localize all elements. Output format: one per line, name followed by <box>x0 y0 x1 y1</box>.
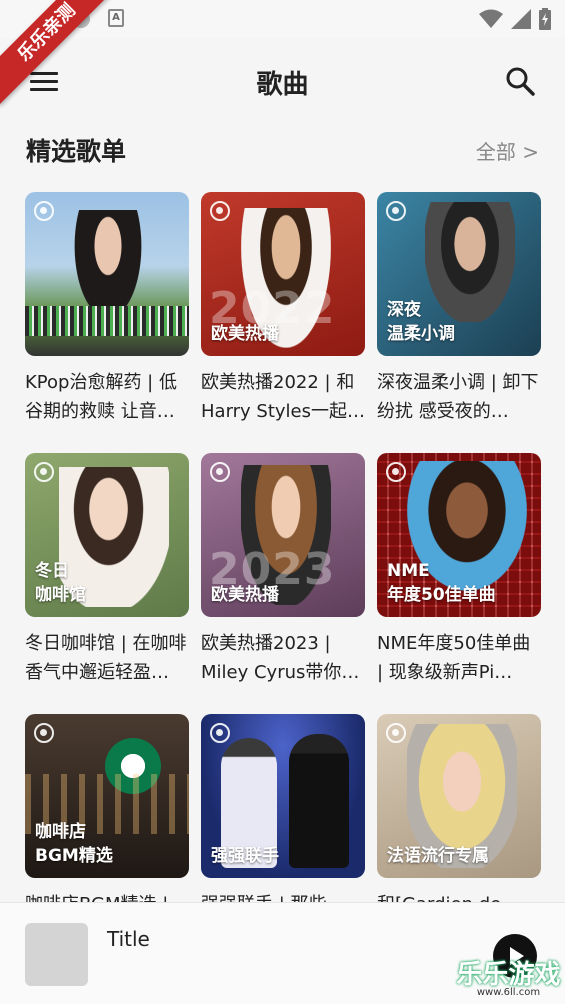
see-all-link[interactable]: 全部 > <box>476 136 539 165</box>
page-title: 歌曲 <box>256 70 309 100</box>
netease-logo-icon <box>210 462 230 482</box>
section-header: 精选歌单 全部 > <box>26 130 539 170</box>
playlist-card[interactable]: 2023 欧美热播 欧美热播2023 | Miley Cyrus带你… <box>201 453 365 687</box>
mini-player: Title <box>0 902 565 1004</box>
netease-logo-icon <box>34 462 54 482</box>
status-right-group <box>479 8 551 30</box>
cover-label: 冬日 咖啡馆 <box>35 561 86 605</box>
playlist-title: 冬日咖啡馆 | 在咖啡香气中邂逅轻盈… <box>25 633 187 683</box>
player-title[interactable]: Title <box>107 927 150 951</box>
cover-label: 深夜 温柔小调 <box>387 300 455 344</box>
signal-icon <box>511 9 531 29</box>
cover-label: 欧美热播 <box>211 585 279 605</box>
netease-logo-icon <box>34 723 54 743</box>
netease-logo-icon <box>34 201 54 221</box>
player-thumbnail[interactable] <box>25 923 88 986</box>
playlist-card[interactable]: NME 年度50佳单曲 NME年度50佳单曲 | 现象级新声Pi… <box>377 453 541 687</box>
cover-label: NME 年度50佳单曲 <box>387 561 496 605</box>
section-title: 精选歌单 <box>26 137 127 166</box>
play-icon[interactable] <box>493 934 537 978</box>
netease-logo-icon <box>386 723 406 743</box>
text-a-icon: A <box>108 9 124 27</box>
netease-logo-icon <box>386 201 406 221</box>
playlist-cover: 咖啡店 BGM精选 <box>25 714 189 878</box>
netease-logo-icon <box>210 201 230 221</box>
playlist-card[interactable]: KPop治愈解药 | 低谷期的救赎 让音… <box>25 192 189 426</box>
playlist-title: KPop治愈解药 | 低谷期的救赎 让音… <box>25 372 177 422</box>
playlist-cover: 深夜 温柔小调 <box>377 192 541 356</box>
playlist-cover: 2022 欧美热播 <box>201 192 365 356</box>
netease-logo-icon <box>210 723 230 743</box>
cover-label: 咖啡店 BGM精选 <box>35 822 113 866</box>
cover-glitch-band <box>25 306 189 336</box>
wifi-icon <box>479 9 503 28</box>
playlist-card[interactable]: 冬日 咖啡馆 冬日咖啡馆 | 在咖啡香气中邂逅轻盈… <box>25 453 189 687</box>
cover-label: 法语流行专属 <box>387 846 489 866</box>
playlist-title: NME年度50佳单曲 | 现象级新声Pi… <box>377 633 531 683</box>
cover-label: 强强联手 <box>211 846 279 866</box>
search-icon[interactable] <box>505 66 535 96</box>
playlist-title: 深夜温柔小调 | 卸下纷扰 感受夜的… <box>377 372 539 422</box>
cover-label: 欧美热播 <box>211 324 279 344</box>
playlist-card[interactable]: 2022 欧美热播 欧美热播2022 | 和Harry Styles一起… <box>201 192 365 426</box>
playlist-cover: NME 年度50佳单曲 <box>377 453 541 617</box>
app-bar: 歌曲 <box>0 38 565 124</box>
playlist-card[interactable]: 深夜 温柔小调 深夜温柔小调 | 卸下纷扰 感受夜的… <box>377 192 541 426</box>
playlist-cover <box>25 192 189 356</box>
playlist-cover: 冬日 咖啡馆 <box>25 453 189 617</box>
battery-icon <box>539 8 551 30</box>
playlist-cover: 法语流行专属 <box>377 714 541 878</box>
playlist-cover: 强强联手 <box>201 714 365 878</box>
playlist-cover: 2023 欧美热播 <box>201 453 365 617</box>
cover-person-right <box>289 734 349 868</box>
netease-logo-icon <box>386 462 406 482</box>
playlist-title: 欧美热播2023 | Miley Cyrus带你… <box>201 633 360 683</box>
playlist-title: 欧美热播2022 | 和Harry Styles一起… <box>201 372 365 422</box>
